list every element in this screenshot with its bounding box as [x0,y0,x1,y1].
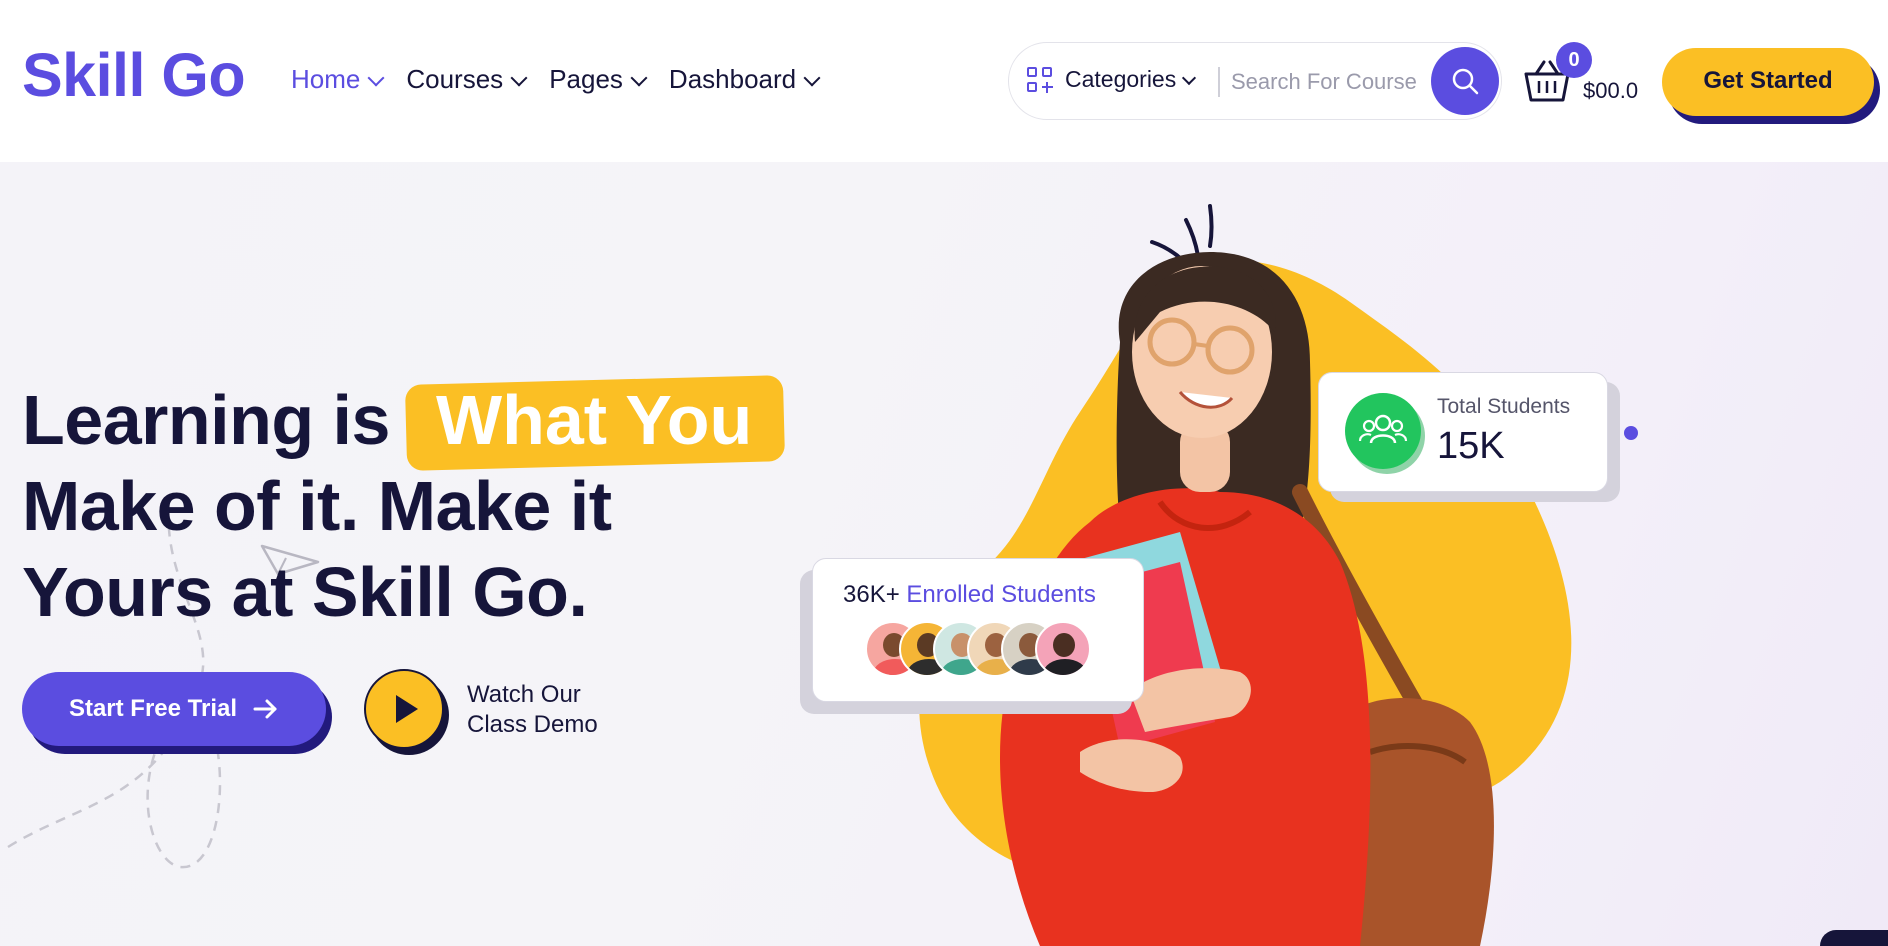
search-button[interactable] [1431,47,1499,115]
start-free-trial-label: Start Free Trial [68,695,238,722]
search-input[interactable] [1231,65,1431,99]
search-icon [1452,68,1479,95]
logo[interactable]: Skill Go [22,40,246,110]
chevron-down-icon [630,69,648,86]
enrolled-count: 36K+ [843,581,900,608]
chevron-down-icon [510,69,528,86]
avatar [1035,621,1091,677]
headline-line-2: Make of it. Make it [22,467,612,545]
watch-line-2: Class Demo [467,711,598,738]
total-students-card: Total Students 15K [1318,372,1608,492]
watch-demo-link[interactable]: Watch Our Class Demo [467,680,598,740]
start-free-trial-button[interactable]: Start Free Trial [22,672,326,746]
avatar-group [865,621,1105,679]
total-students-value: 15K [1437,425,1505,467]
nav-item-label: Courses [406,64,504,94]
chevron-down-icon [803,69,821,86]
nav-item-courses[interactable]: Courses [406,64,528,95]
site-header: Skill Go Home Courses Pages Dashboard Ca… [0,0,1888,162]
get-started-button[interactable]: Get Started [1662,48,1874,116]
nav-item-dashboard[interactable]: Dashboard [668,64,821,95]
users-icon [1345,393,1421,469]
nav-item-label: Dashboard [668,64,797,94]
play-demo-button[interactable] [364,669,444,749]
headline-highlight-text: What You [436,381,753,459]
headline-line-1: Learning is [22,381,390,459]
decor-dot [1624,426,1638,440]
enrolled-label: Enrolled Students [906,581,1096,608]
enrolled-title: 36K+ Enrolled Students [843,581,1096,609]
cart-count-badge: 0 [1556,42,1592,78]
search-bar: Categories [1008,42,1502,120]
nav-item-label: Pages [549,64,623,94]
decor-strip [1820,930,1888,946]
nav-item-home[interactable]: Home [291,64,385,95]
categories-dropdown[interactable]: Categories [1027,66,1197,93]
total-students-label: Total Students [1437,395,1571,418]
enrolled-students-card: 36K+ Enrolled Students [812,558,1144,702]
divider [1218,67,1220,97]
play-icon [396,695,418,723]
arrow-right-icon [253,699,277,719]
headline-line-3: Yours at Skill Go. [22,553,588,631]
cart-total: $00.0 [1583,78,1639,103]
chevron-down-icon [1182,70,1197,85]
nav-item-label: Home [291,64,361,94]
nav-item-pages[interactable]: Pages [549,64,648,95]
hero-section: Learning is What You Make of it. Make it… [0,162,1888,946]
chevron-down-icon [367,69,385,86]
watch-line-1: Watch Our [467,681,581,708]
main-nav: Home Courses Pages Dashboard [291,64,842,95]
categories-label: Categories [1065,66,1177,92]
grid-icon [1027,66,1053,93]
